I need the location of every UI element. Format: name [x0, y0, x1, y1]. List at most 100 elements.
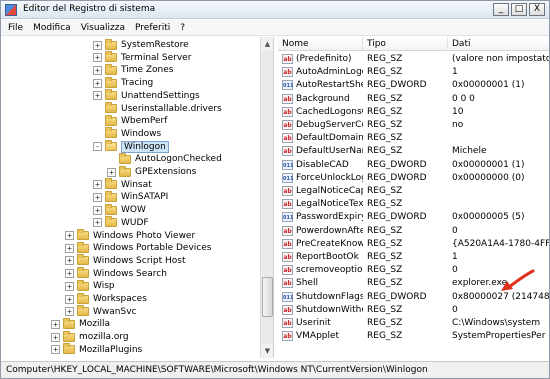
tree-node[interactable]: + Tracing	[93, 76, 153, 89]
scroll-up-arrow-icon[interactable]: ▲	[261, 37, 273, 51]
value-row[interactable]: 011PasswordExpiry... REG_DWORD 0x00000005 …	[278, 211, 549, 223]
tree-node-label: WbemPerf	[121, 116, 168, 127]
folder-icon	[77, 241, 89, 253]
value-row[interactable]: ab (Predefinito) REG_SZ (valore non imposta…	[278, 53, 549, 65]
expand-icon[interactable]: +	[65, 231, 74, 240]
column-header-data[interactable]: Dati	[448, 37, 549, 51]
column-header-name[interactable]: Nome	[278, 37, 363, 51]
menu-modifica[interactable]: Modifica	[28, 23, 76, 33]
column-header-type[interactable]: Tipo	[363, 37, 448, 51]
value-row[interactable]: ab LegalNoticeText REG_SZ	[278, 198, 549, 210]
folder-icon	[77, 254, 89, 266]
tree-node-label: MozillaPlugins	[79, 344, 143, 355]
tree-node[interactable]: + WwanSvc	[65, 305, 136, 318]
expand-icon[interactable]: +	[51, 332, 60, 342]
value-row[interactable]: abAutoAdminLogon REG_SZ 1	[278, 66, 549, 78]
value-data: no	[452, 120, 464, 130]
tree-node-label: WOW	[121, 205, 146, 216]
tree-node[interactable]: + WinSATAPI	[93, 190, 168, 203]
menu-visualizza[interactable]: Visualizza	[76, 23, 130, 33]
expand-icon[interactable]: +	[93, 65, 102, 75]
expand-icon[interactable]: +	[65, 281, 74, 291]
value-row[interactable]: ab Userinit REG_SZ C:\Windows\system	[278, 317, 549, 329]
value-row[interactable]: ab Background REG_SZ 0 0 0	[278, 93, 549, 105]
tree-node[interactable]: + mozilla.org	[51, 330, 129, 343]
value-row[interactable]: 011 DisableCAD REG_DWORD 0x00000001 (1)	[278, 159, 549, 171]
folder-icon	[105, 216, 117, 228]
expand-icon[interactable]: +	[65, 243, 74, 253]
red-arrow-annotation	[501, 269, 535, 291]
menu-help[interactable]: ?	[175, 23, 190, 33]
value-row[interactable]: 011AutoRestartShell REG_DWORD 0x00000001 (…	[278, 79, 549, 91]
value-row[interactable]: abLegalNoticeCap... REG_SZ	[278, 185, 549, 197]
tree-node[interactable]: + Workspaces	[65, 292, 147, 305]
tree-node[interactable]: + Windows Photo Viewer	[65, 229, 195, 242]
tree-node[interactable]: + Terminal Server	[93, 51, 191, 64]
value-row[interactable]: abCachedLogonsC... REG_SZ 10	[278, 106, 549, 118]
expand-icon[interactable]: +	[51, 319, 60, 329]
tree-node[interactable]: + WOW	[93, 203, 146, 216]
value-row[interactable]: 011ForceUnlockLog... REG_DWORD 0x00000000 …	[278, 172, 549, 184]
value-row[interactable]: abShutdownWitho... REG_SZ 0	[278, 304, 549, 316]
maximize-button[interactable]: □	[511, 3, 527, 16]
registry-key-tree[interactable]: ▲ ▼ + SystemRestore + Terminal Server + Time …	[1, 37, 274, 358]
tree-node[interactable]: + Windows Script Host	[65, 254, 186, 267]
value-row[interactable]: abDefaultUserName REG_SZ Michele	[278, 145, 549, 157]
value-data: {A520A1A4-1780-4FF	[452, 238, 549, 249]
tree-node[interactable]: + GPExtensions	[107, 165, 196, 178]
tree-node-label: Windows	[121, 128, 162, 139]
expand-icon[interactable]: +	[107, 167, 116, 177]
title-bar[interactable]: Editor del Registro di sistema _ □ X	[1, 1, 549, 19]
value-row[interactable]: abPowerdownAfte... REG_SZ 0	[278, 225, 549, 237]
expand-icon[interactable]: +	[65, 307, 74, 317]
tree-node[interactable]: + Windows Search	[65, 267, 167, 280]
expand-icon[interactable]: +	[93, 205, 102, 215]
value-row[interactable]: ab ReportBootOk REG_SZ 1	[278, 251, 549, 263]
expand-icon[interactable]: +	[93, 192, 102, 202]
value-type: REG_SZ	[367, 93, 403, 104]
expand-icon[interactable]: +	[93, 180, 102, 190]
expand-icon[interactable]: +	[65, 269, 74, 279]
expand-icon[interactable]: +	[65, 256, 74, 266]
value-type: REG_SZ	[367, 331, 403, 342]
tree-node[interactable]: + Wisp	[65, 279, 115, 292]
scroll-down-arrow-icon[interactable]: ▼	[261, 344, 273, 358]
tree-node[interactable]: Userinstallable.drivers	[93, 102, 222, 115]
tree-node[interactable]: + UnattendSettings	[93, 89, 200, 102]
tree-node[interactable]: + Time Zones	[93, 63, 174, 76]
value-row[interactable]: abDebugServerCo... REG_SZ no	[278, 119, 549, 131]
tree-vertical-scrollbar[interactable]: ▲ ▼	[260, 37, 273, 358]
registry-values-list[interactable]: Nome Tipo Dati ab (Predefinito) REG_SZ (val…	[278, 37, 549, 358]
expand-icon[interactable]: +	[93, 91, 102, 101]
value-row[interactable]: abDefaultDomain... REG_SZ	[278, 132, 549, 144]
collapse-icon[interactable]: -	[93, 142, 102, 152]
tree-scroll-thumb[interactable]	[262, 277, 273, 317]
tree-node[interactable]: + SystemRestore	[93, 38, 189, 51]
value-name: Userinit	[296, 318, 331, 328]
minimize-button[interactable]: _	[493, 3, 509, 16]
expand-icon[interactable]: +	[93, 78, 102, 88]
registry-editor-window: Editor del Registro di sistema _ □ X Fil…	[0, 0, 550, 379]
tree-node[interactable]: WbemPerf	[93, 114, 168, 127]
menu-file[interactable]: File	[3, 23, 28, 33]
close-button[interactable]: X	[529, 3, 545, 16]
value-row[interactable]: ab VMApplet REG_SZ SystemPropertiesPer	[278, 330, 549, 342]
tree-node[interactable]: + Windows Portable Devices	[65, 241, 211, 254]
tree-node[interactable]: + MozillaPlugins	[51, 343, 143, 356]
value-row[interactable]: abPreCreateKnow... REG_SZ {A520A1A4-1780-4…	[278, 238, 549, 250]
menu-preferiti[interactable]: Preferiti	[130, 23, 175, 33]
tree-node[interactable]: AutoLogonChecked	[107, 152, 222, 165]
expand-icon[interactable]: +	[93, 53, 102, 63]
expand-icon[interactable]: +	[93, 40, 102, 50]
value-type: REG_SZ	[367, 186, 403, 196]
tree-node[interactable]: + WUDF	[93, 216, 149, 229]
tree-node[interactable]: + Winsat	[93, 178, 152, 191]
value-data: 0x00000001 (1)	[452, 80, 525, 91]
value-data: C:\Windows\system	[452, 318, 541, 328]
expand-icon[interactable]: +	[65, 294, 74, 304]
expand-icon[interactable]: +	[93, 218, 102, 228]
expand-icon[interactable]: +	[51, 345, 60, 355]
tree-node[interactable]: Windows	[93, 127, 162, 140]
tree-node[interactable]: + Mozilla	[51, 317, 110, 330]
tree-node[interactable]: - Winlogon	[93, 140, 169, 153]
